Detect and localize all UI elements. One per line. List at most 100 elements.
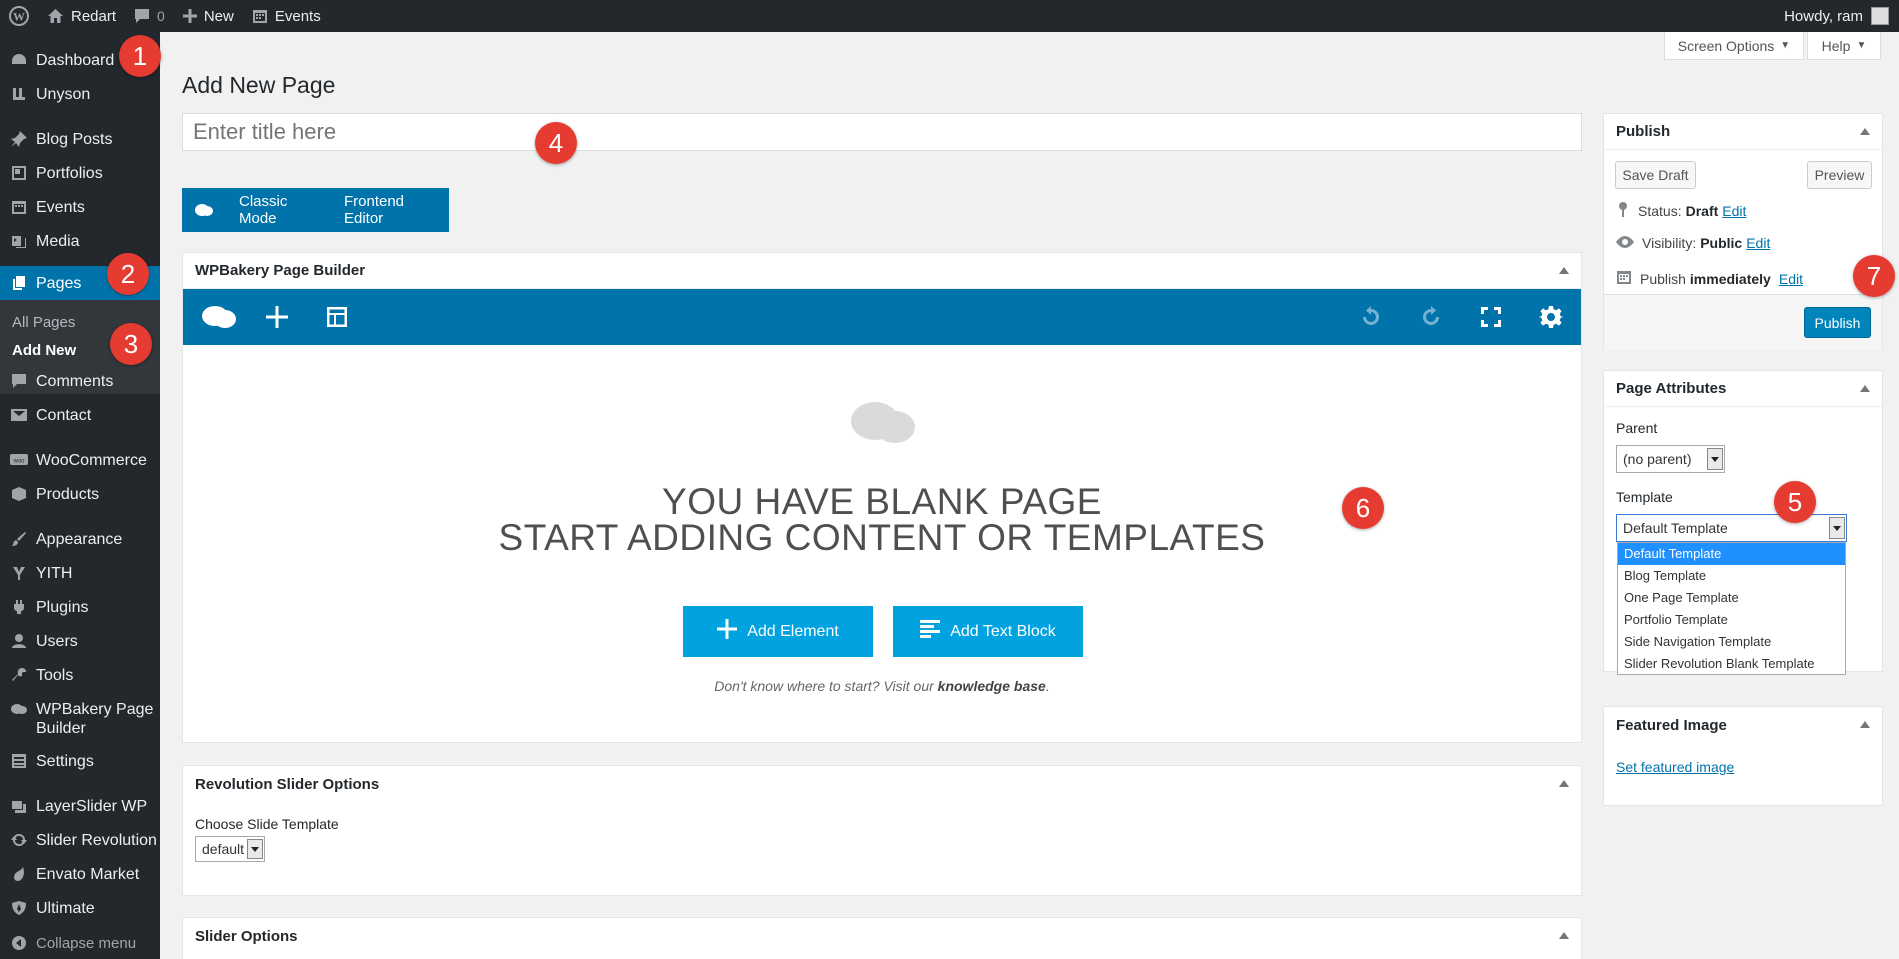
events-link[interactable]: Events [243,0,330,32]
sidebar-item-plugins[interactable]: Plugins [0,598,160,617]
sidebar-item-tools[interactable]: Tools [0,666,160,685]
collapse-menu[interactable]: Collapse menu [0,934,160,953]
classic-mode-button[interactable]: Classic Mode [227,193,332,227]
title-input[interactable] [182,113,1582,151]
admin-bar: W Redart 0 New Events Howdy, ram [0,0,1899,32]
sidebar-label: LayerSlider WP [36,798,148,815]
sidebar-item-portfolios[interactable]: Portfolios [0,164,160,183]
toggle-arrow-icon[interactable] [1860,385,1870,392]
layers-icon [10,797,28,815]
pin-icon [1616,201,1630,220]
sidebar-item-wpbakery[interactable]: WPBakery Page Builder [0,700,160,738]
templates-icon[interactable] [323,303,351,331]
submenu-all-pages[interactable]: All Pages [12,314,75,331]
pages-icon [10,274,28,292]
revolution-slider-header[interactable]: Revolution Slider Options [183,766,1581,802]
featured-image-header[interactable]: Featured Image [1604,707,1882,743]
sidebar-item-blog-posts[interactable]: Blog Posts [0,130,160,149]
screen-options-tab[interactable]: Screen Options ▼ [1664,32,1804,60]
preview-button[interactable]: Preview [1807,161,1872,189]
sidebar-item-products[interactable]: Products [0,485,160,504]
template-select[interactable]: Default Template [1616,514,1847,542]
edit-publish-time-link[interactable]: Edit [1779,271,1803,287]
sidebar-label: Settings [36,753,94,770]
fullscreen-icon[interactable] [1477,303,1505,331]
page-attributes-title: Page Attributes [1616,380,1727,397]
new-content-link[interactable]: New [174,0,243,32]
status-value: Draft [1685,202,1719,219]
add-element-button[interactable]: Add Element [683,606,873,657]
sidebar-item-comments[interactable]: Comments [0,372,160,391]
set-featured-image-link[interactable]: Set featured image [1616,759,1734,775]
help-label: Help [1821,37,1851,54]
frontend-editor-button[interactable]: Frontend Editor [332,193,449,227]
site-name: Redart [71,7,117,25]
publish-box-header[interactable]: Publish [1604,114,1882,150]
collapse-label: Collapse menu [36,935,137,952]
sidebar-item-woocommerce[interactable]: woo WooCommerce [0,451,160,470]
sidebar-item-envato[interactable]: Envato Market [0,865,160,884]
sidebar-item-ultimate[interactable]: Ultimate [0,899,160,918]
toggle-arrow-icon[interactable] [1860,721,1870,728]
sidebar-item-layerslider[interactable]: LayerSlider WP [0,797,160,816]
shield-icon [10,899,28,917]
sidebar-item-unyson[interactable]: Unyson [0,85,160,104]
plus-icon [717,619,738,644]
sidebar-item-appearance[interactable]: Appearance [0,530,160,549]
wpbakery-logo-icon[interactable] [199,303,239,331]
page-attributes-header[interactable]: Page Attributes [1604,371,1882,407]
template-option[interactable]: Portfolio Template [1618,609,1845,631]
sidebar-item-events[interactable]: Events [0,198,160,217]
save-draft-button[interactable]: Save Draft [1615,161,1696,189]
sidebar-item-yith[interactable]: YITH [0,564,160,583]
wordpress-logo[interactable]: W [0,0,38,32]
slide-template-value: default [202,841,245,857]
sidebar-item-contact[interactable]: Contact [0,406,160,425]
submenu-add-new[interactable]: Add New [12,342,76,359]
slider-options-header[interactable]: Slider Options [183,918,1581,954]
template-option[interactable]: Slider Revolution Blank Template [1618,653,1845,675]
svg-text:W: W [13,10,25,24]
slide-template-select[interactable]: default [195,836,265,862]
plus-icon [182,9,197,23]
sidebar-label: Users [36,633,78,650]
knowledge-base-link[interactable]: knowledge base [938,678,1046,694]
toggle-arrow-icon[interactable] [1559,932,1569,939]
redo-icon[interactable] [1417,303,1445,331]
toggle-arrow-icon[interactable] [1559,267,1569,274]
template-option[interactable]: One Page Template [1618,587,1845,609]
comments-link[interactable]: 0 [125,0,174,32]
sidebar-item-settings[interactable]: Settings [0,752,160,771]
add-element-icon[interactable] [263,303,291,331]
add-text-block-button[interactable]: Add Text Block [893,606,1083,657]
slider-options-title: Slider Options [195,927,298,945]
featured-image-box: Featured Image Set featured image [1603,706,1883,806]
howdy-text: Howdy, ram [1784,7,1863,25]
kb-text: Don't know where to start? Visit our [714,678,934,694]
toggle-arrow-icon[interactable] [1860,128,1870,135]
template-option[interactable]: Side Navigation Template [1618,631,1845,653]
publish-button[interactable]: Publish [1804,307,1871,338]
site-name-link[interactable]: Redart [38,0,125,32]
revolution-slider-box: Revolution Slider Options Choose Slide T… [182,765,1582,896]
edit-status-link[interactable]: Edit [1722,203,1746,219]
edit-visibility-link[interactable]: Edit [1746,235,1770,251]
toggle-arrow-icon[interactable] [1559,780,1569,787]
my-account[interactable]: Howdy, ram [1784,7,1899,25]
sidebar-item-slider-revolution[interactable]: Slider Revolution [0,831,160,850]
parent-select[interactable]: (no parent) [1616,445,1725,473]
sidebar-item-media[interactable]: Media [0,232,160,251]
sidebar-item-users[interactable]: Users [0,632,160,651]
gear-icon[interactable] [1537,303,1565,331]
template-option[interactable]: Blog Template [1618,565,1845,587]
help-tab[interactable]: Help ▼ [1807,32,1881,60]
wpbakery-box-header[interactable]: WPBakery Page Builder [183,253,1581,289]
portfolio-icon [10,164,28,182]
undo-icon[interactable] [1357,303,1385,331]
template-option[interactable]: Default Template [1618,543,1845,565]
events-label: Events [274,7,321,25]
envelope-icon [10,406,28,424]
template-dropdown-list[interactable]: Default Template Blog Template One Page … [1617,542,1846,675]
parent-value: (no parent) [1623,451,1692,467]
slider-options-box: Slider Options [182,917,1582,959]
